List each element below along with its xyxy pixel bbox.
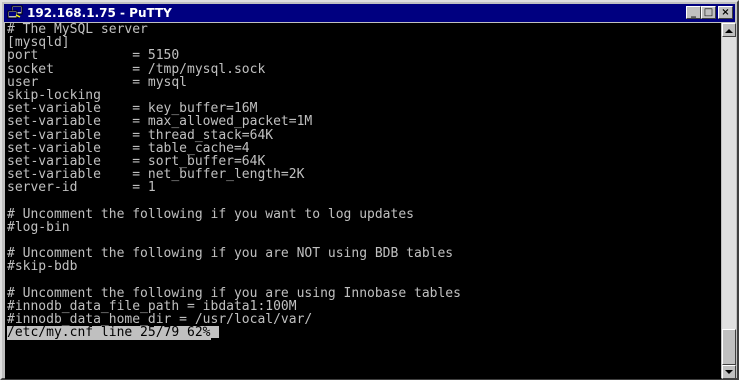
terminal-line: set-variable = table_cache=4 (7, 140, 250, 156)
terminal-line: # Uncomment the following if you are NOT… (7, 246, 454, 262)
minimize-button[interactable]: _ (686, 6, 701, 19)
vertical-scrollbar[interactable] (722, 23, 736, 379)
status-line-row: /etc/my.cnf line 25/79 62% (5, 325, 721, 341)
putty-window: 192.168.1.75 - PuTTY _ □ × # The MySQL s… (0, 0, 739, 380)
scroll-up-button[interactable] (722, 23, 736, 37)
terminal-line: # The MySQL server (7, 23, 148, 37)
title-bar[interactable]: 192.168.1.75 - PuTTY _ □ × (4, 4, 735, 22)
scroll-down-button[interactable] (722, 365, 736, 379)
terminal-line: #log-bin (7, 219, 70, 235)
terminal-line: set-variable = thread_stack=64K (7, 127, 274, 143)
maximize-icon: □ (703, 6, 714, 18)
terminal-line: server-id = 1 (7, 180, 156, 196)
close-icon: × (721, 6, 730, 18)
terminal-line: user = mysql (7, 74, 188, 90)
close-button[interactable]: × (718, 6, 733, 19)
terminal-line: # Uncomment the following if you are usi… (7, 285, 461, 301)
window-controls: _ □ × (686, 6, 733, 19)
minimize-icon: _ (691, 6, 696, 18)
scrollbar-thumb[interactable] (722, 329, 736, 365)
maximize-button[interactable]: □ (701, 6, 716, 19)
terminal-line: socket = /tmp/mysql.sock (7, 61, 266, 77)
terminal-line: set-variable = max_allowed_packet=1M (7, 114, 313, 130)
window-title: 192.168.1.75 - PuTTY (27, 6, 172, 20)
text-cursor (210, 326, 219, 339)
terminal-line: # Uncomment the following if you want to… (7, 206, 414, 222)
terminal-line: port = 5150 (7, 48, 180, 64)
putty-app-icon[interactable] (7, 5, 23, 21)
arrow-up-icon (725, 28, 733, 33)
terminal-screen[interactable]: # The MySQL server [mysqld] port = 5150 … (5, 23, 721, 379)
terminal-line: #skip-bdb (7, 259, 78, 275)
arrow-down-icon (725, 369, 733, 374)
status-line: /etc/my.cnf line 25/79 62% (7, 325, 211, 341)
